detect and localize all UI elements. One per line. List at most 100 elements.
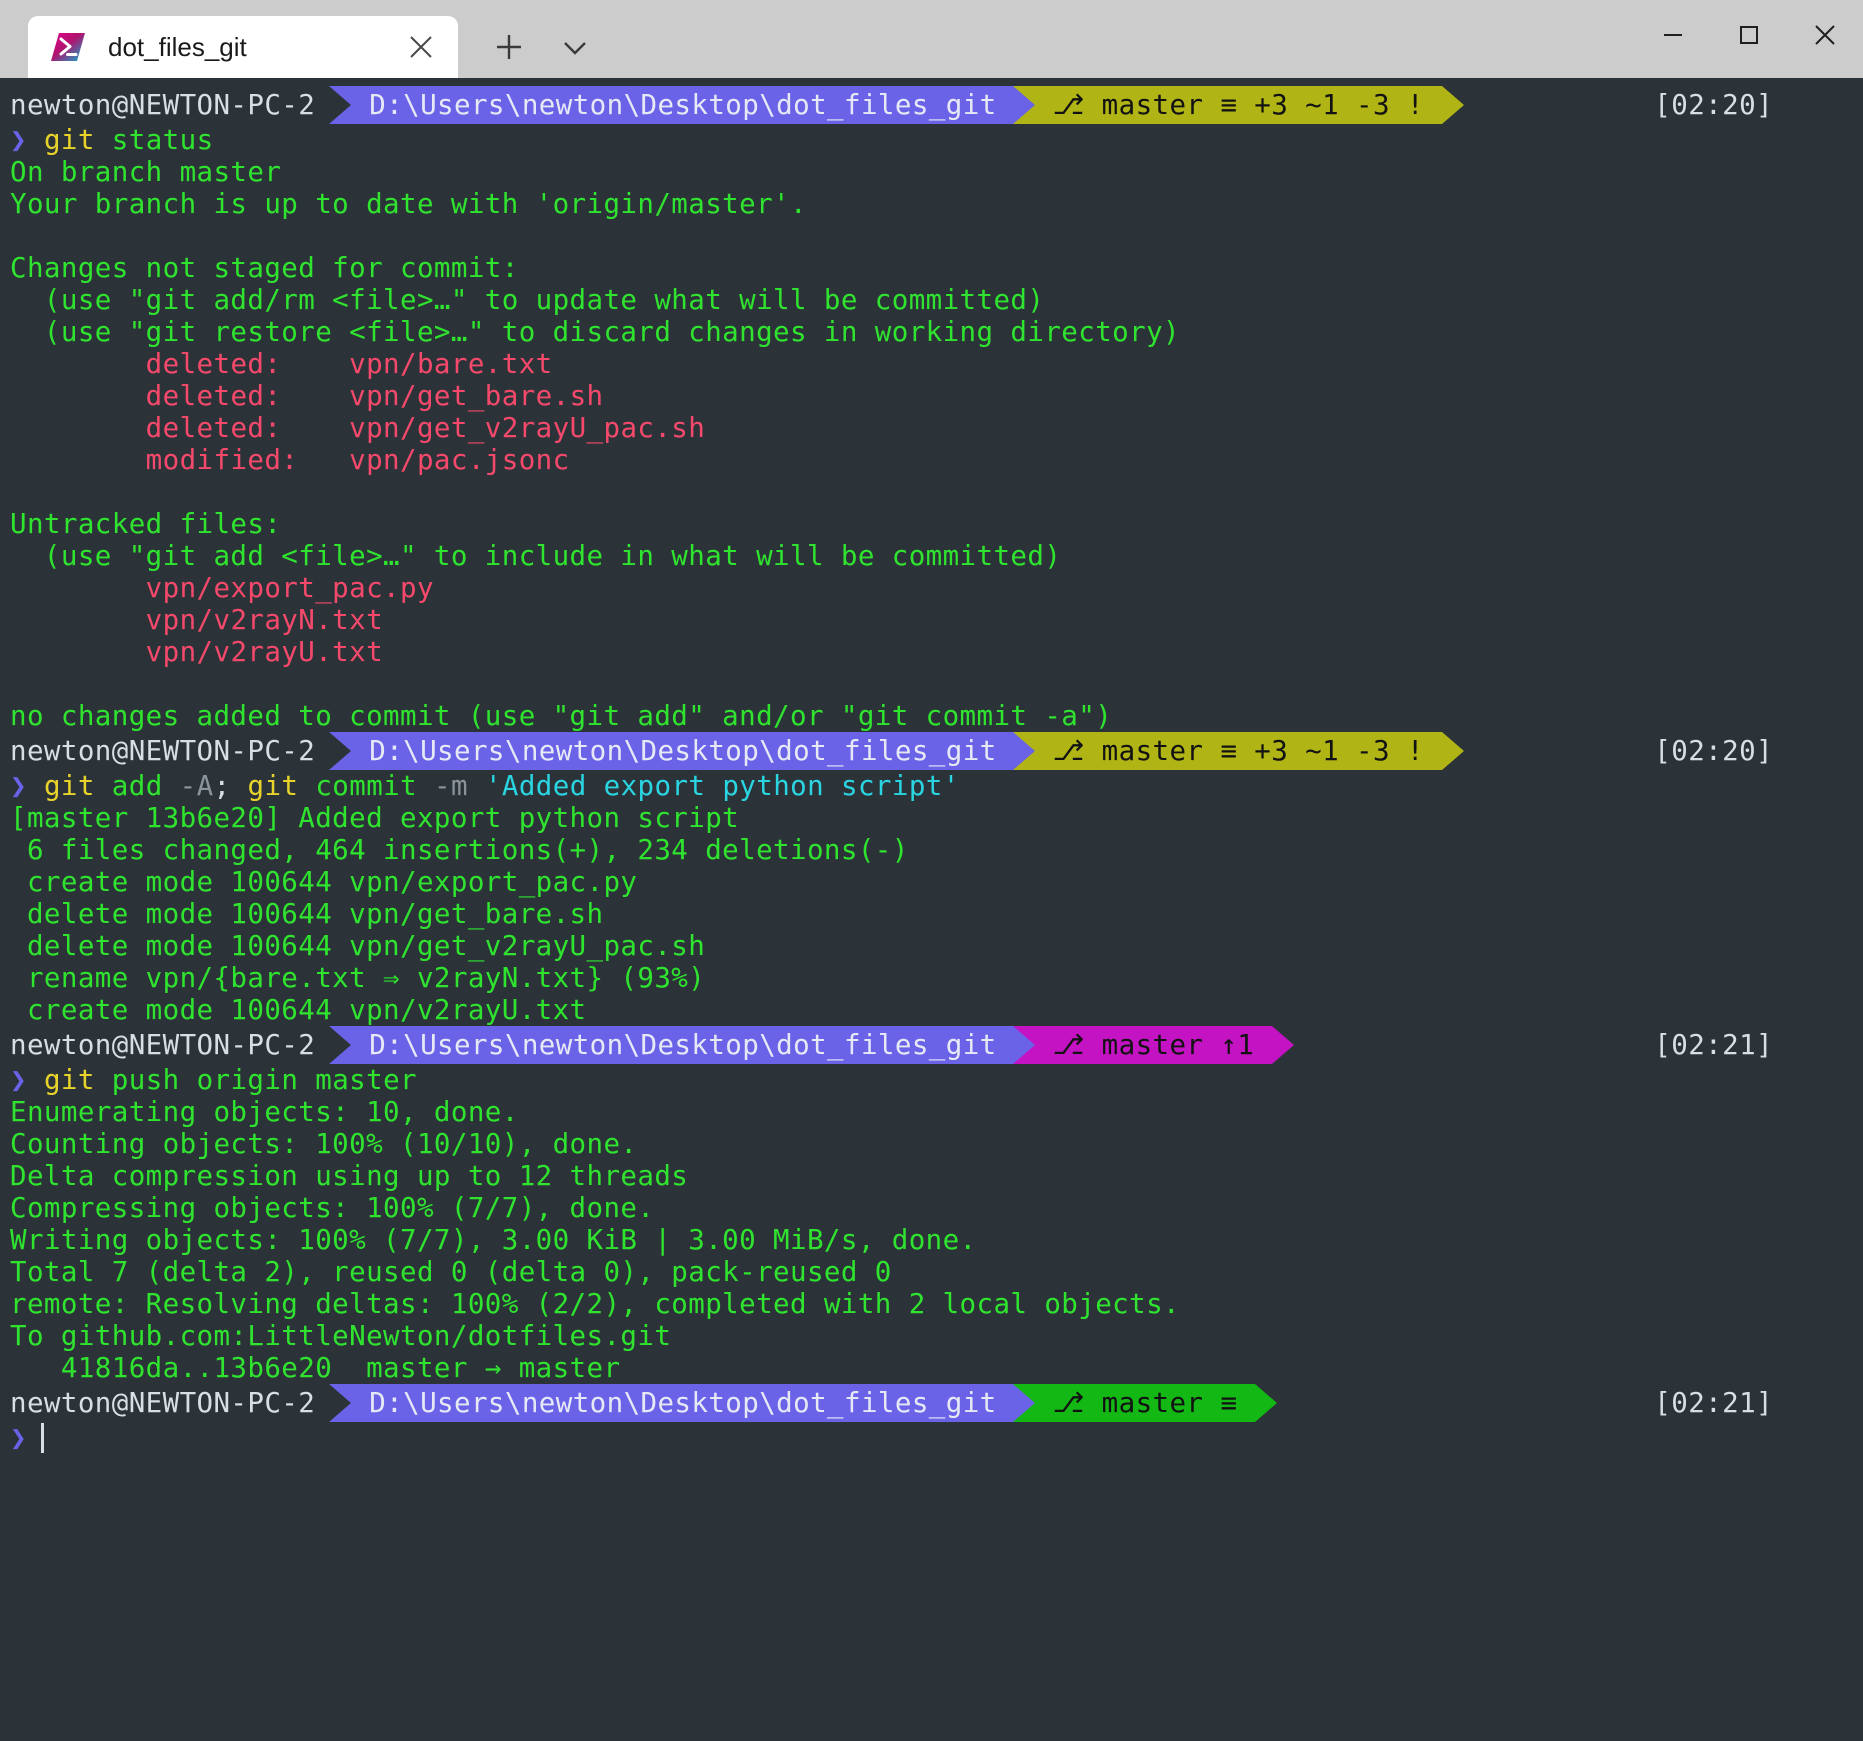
prompt-git-segment: ⎇ master ≡ +3 ~1 -3 ! xyxy=(1035,86,1442,124)
command-separator: ; xyxy=(214,770,231,802)
separator-arrow xyxy=(1013,1026,1035,1064)
changed-file-row: modified: vpn/pac.jsonc xyxy=(0,444,1863,476)
command-line-3: ❯ git push origin master xyxy=(0,1064,1863,1096)
changed-file-name: vpn/pac.jsonc xyxy=(349,444,569,476)
window-controls xyxy=(1635,0,1863,70)
changed-file-name: vpn/bare.txt xyxy=(349,348,552,380)
chevron-down-icon[interactable] xyxy=(546,16,604,78)
command-name-2: git xyxy=(247,770,298,802)
untracked-hint: (use "git add <file>…" to include in wha… xyxy=(0,540,1863,572)
separator-arrow xyxy=(1013,86,1035,124)
shell-prompt-line: newton@NEWTON-PC-2 D:\Users\newton\Deskt… xyxy=(0,1026,1863,1064)
terminal-window: dot_files_git xyxy=(0,0,1863,1741)
tab-dot-files-git[interactable]: dot_files_git xyxy=(28,16,458,78)
prompt-git-segment: ⎇ master ↑1 xyxy=(1035,1026,1273,1064)
change-label: deleted: xyxy=(146,348,282,380)
output-blank xyxy=(0,476,1863,508)
pad xyxy=(281,380,349,412)
new-tab-icon[interactable] xyxy=(480,16,538,78)
output-blank xyxy=(0,668,1863,700)
tab-title: dot_files_git xyxy=(108,32,394,63)
prompt-user-segment: newton@NEWTON-PC-2 xyxy=(10,86,329,124)
output-line: Writing objects: 100% (7/7), 3.00 KiB | … xyxy=(0,1224,1863,1256)
changed-file-row: deleted: vpn/bare.txt xyxy=(0,348,1863,380)
command-name: git xyxy=(44,770,95,802)
close-window-icon[interactable] xyxy=(1787,0,1863,70)
separator-arrow xyxy=(1013,732,1035,770)
prompt-user-segment: newton@NEWTON-PC-2 xyxy=(10,732,329,770)
output-line: rename vpn/{bare.txt ⇒ v2rayN.txt} (93%) xyxy=(0,962,1863,994)
separator-arrow xyxy=(329,1384,351,1422)
changed-file-name: vpn/get_v2rayU_pac.sh xyxy=(349,412,705,444)
change-label: deleted: xyxy=(146,412,282,444)
prompt-path-segment: D:\Users\newton\Desktop\dot_files_git xyxy=(351,732,1012,770)
separator-arrow xyxy=(329,86,351,124)
output-line: delete mode 100644 vpn/get_v2rayU_pac.sh xyxy=(0,930,1863,962)
command-name: git xyxy=(44,124,95,156)
pad xyxy=(298,444,349,476)
separator-arrow xyxy=(1255,1384,1277,1422)
output-line: (use "git restore <file>…" to discard ch… xyxy=(0,316,1863,348)
command-line-4[interactable]: ❯ xyxy=(0,1422,1863,1454)
prompt-clock: [02:20] xyxy=(1654,732,1863,770)
command-flag-2: -m xyxy=(434,770,468,802)
change-label: modified: xyxy=(146,444,299,476)
output-line: Counting objects: 100% (10/10), done. xyxy=(0,1128,1863,1160)
separator-arrow xyxy=(1272,1026,1294,1064)
command-verb-2: commit xyxy=(315,770,417,802)
separator-arrow xyxy=(1442,86,1464,124)
command-line-1: ❯ git status xyxy=(0,124,1863,156)
shell-prompt-line: newton@NEWTON-PC-2 D:\Users\newton\Deskt… xyxy=(0,86,1863,124)
output-blank xyxy=(0,220,1863,252)
command-flag: -A xyxy=(180,770,214,802)
untracked-header: Untracked files: xyxy=(0,508,1863,540)
output-line: Total 7 (delta 2), reused 0 (delta 0), p… xyxy=(0,1256,1863,1288)
prompt-symbol: ❯ xyxy=(10,1422,27,1454)
output-line: (use "git add/rm <file>…" to update what… xyxy=(0,284,1863,316)
prompt-git-segment: ⎇ master ≡ +3 ~1 -3 ! xyxy=(1035,732,1442,770)
pad xyxy=(281,348,349,380)
prompt-user-segment: newton@NEWTON-PC-2 xyxy=(10,1384,329,1422)
prompt-user-segment: newton@NEWTON-PC-2 xyxy=(10,1026,329,1064)
command-name: git xyxy=(44,1064,95,1096)
minimize-icon[interactable] xyxy=(1635,0,1711,70)
command-verb: status xyxy=(112,124,214,156)
output-line: 6 files changed, 464 insertions(+), 234 … xyxy=(0,834,1863,866)
prompt-symbol: ❯ xyxy=(10,124,27,156)
changed-file-row: deleted: vpn/get_v2rayU_pac.sh xyxy=(0,412,1863,444)
commit-message: 'Added export python script' xyxy=(485,770,960,802)
output-line: To github.com:LittleNewton/dotfiles.git xyxy=(0,1320,1863,1352)
output-line: create mode 100644 vpn/v2rayU.txt xyxy=(0,994,1863,1026)
output-line: On branch master xyxy=(0,156,1863,188)
change-label: deleted: xyxy=(146,380,282,412)
prompt-git-segment: ⎇ master ≡ xyxy=(1035,1384,1256,1422)
untracked-file-row: vpn/v2rayU.txt xyxy=(0,636,1863,668)
untracked-file-row: vpn/v2rayN.txt xyxy=(0,604,1863,636)
command-verb: push origin master xyxy=(112,1064,417,1096)
no-changes-line: no changes added to commit (use "git add… xyxy=(0,700,1863,732)
changed-file-name: vpn/get_bare.sh xyxy=(349,380,603,412)
output-line: [master 13b6e20] Added export python scr… xyxy=(0,802,1863,834)
untracked-file-name: vpn/v2rayN.txt xyxy=(146,604,383,636)
prompt-path-segment: D:\Users\newton\Desktop\dot_files_git xyxy=(351,1026,1012,1064)
prompt-path-segment: D:\Users\newton\Desktop\dot_files_git xyxy=(351,86,1012,124)
output-line: create mode 100644 vpn/export_pac.py xyxy=(0,866,1863,898)
pad xyxy=(281,412,349,444)
command-line-2: ❯ git add -A; git commit -m 'Added expor… xyxy=(0,770,1863,802)
output-line: remote: Resolving deltas: 100% (2/2), co… xyxy=(0,1288,1863,1320)
terminal-output-area[interactable]: newton@NEWTON-PC-2 D:\Users\newton\Deskt… xyxy=(0,78,1863,1741)
separator-arrow xyxy=(1013,1384,1035,1422)
close-icon[interactable] xyxy=(394,20,448,74)
output-line: Changes not staged for commit: xyxy=(0,252,1863,284)
separator-arrow xyxy=(329,732,351,770)
shell-prompt-line: newton@NEWTON-PC-2 D:\Users\newton\Deskt… xyxy=(0,1384,1863,1422)
changed-file-row: deleted: vpn/get_bare.sh xyxy=(0,380,1863,412)
untracked-file-row: vpn/export_pac.py xyxy=(0,572,1863,604)
maximize-icon[interactable] xyxy=(1711,0,1787,70)
prompt-clock: [02:20] xyxy=(1654,86,1863,124)
text-cursor xyxy=(41,1423,44,1453)
prompt-symbol: ❯ xyxy=(10,1064,27,1096)
output-line: Compressing objects: 100% (7/7), done. xyxy=(0,1192,1863,1224)
separator-arrow xyxy=(329,1026,351,1064)
command-verb: add xyxy=(112,770,163,802)
